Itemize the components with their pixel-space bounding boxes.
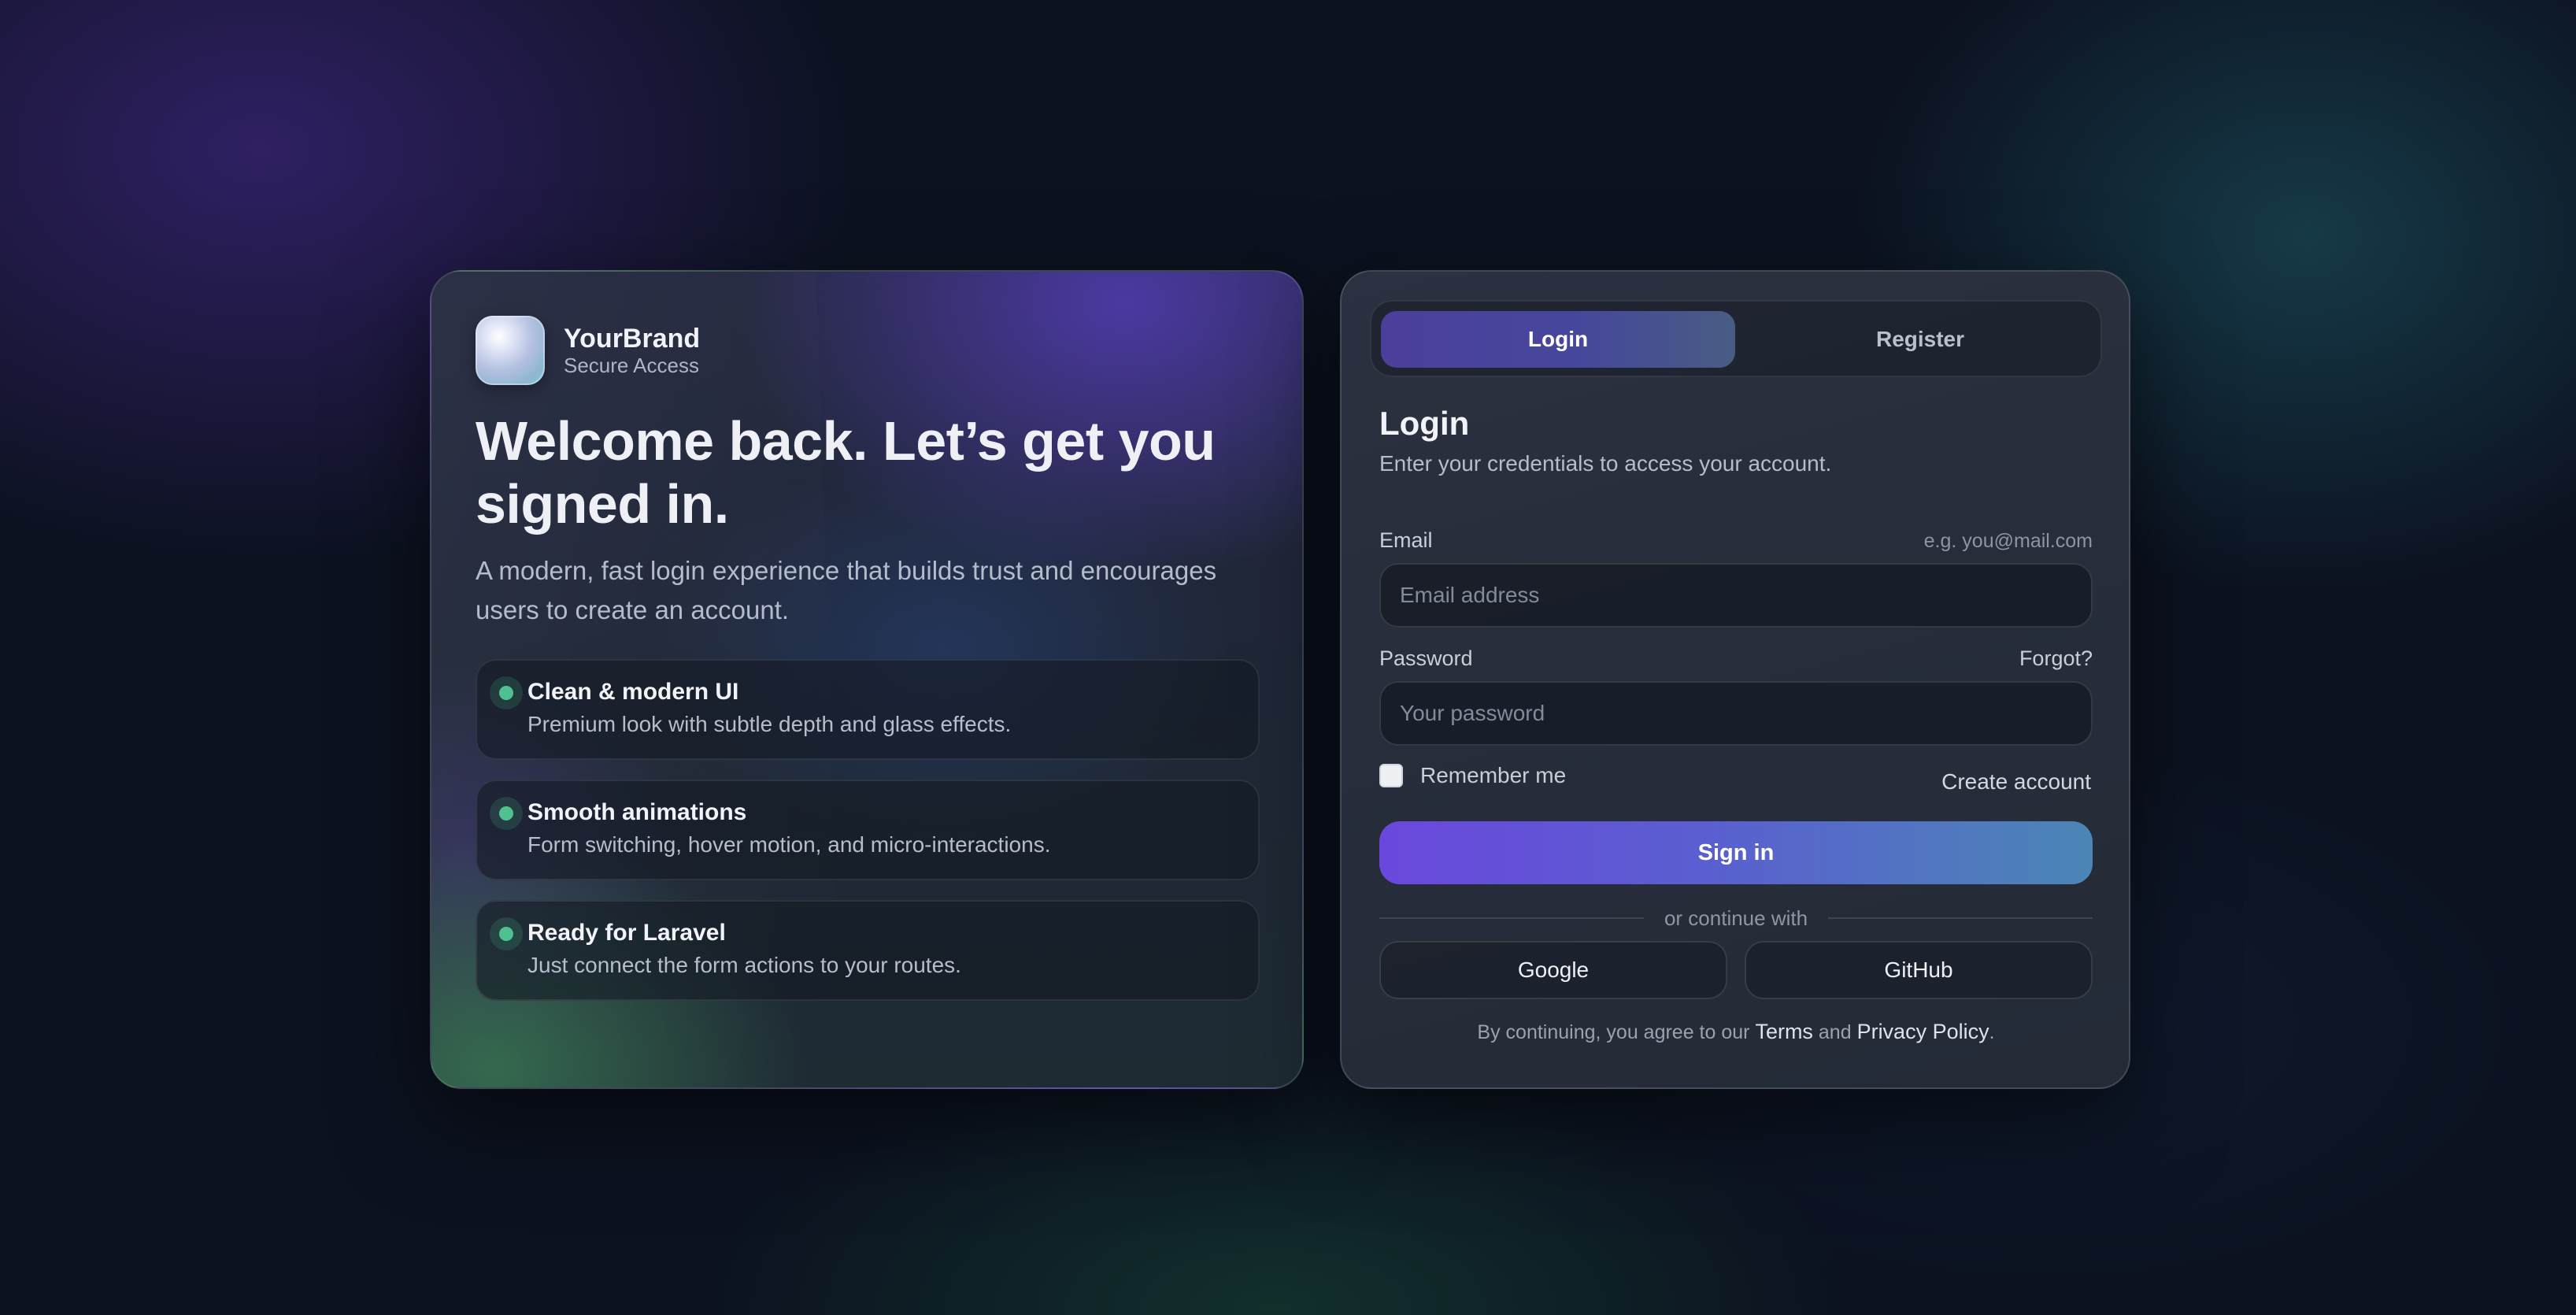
password-field[interactable] <box>1379 681 2093 746</box>
form-subtitle: Enter your credentials to access your ac… <box>1379 451 1832 476</box>
feature-description: Form switching, hover motion, and micro-… <box>527 832 1051 857</box>
form-title: Login <box>1379 405 1470 442</box>
tab-register[interactable]: Register <box>1743 311 2097 368</box>
forgot-password-link[interactable]: Forgot? <box>2019 646 2093 671</box>
status-dot-icon <box>490 917 523 950</box>
status-dot-icon <box>490 676 523 709</box>
brand-logo-icon <box>476 316 545 385</box>
hero-card: YourBrand Secure Access Welcome back. Le… <box>430 270 1304 1089</box>
social-divider: or continue with <box>1379 906 2093 930</box>
divider-line <box>1828 917 2093 919</box>
remember-me-checkbox[interactable] <box>1379 764 1403 787</box>
privacy-policy-link[interactable]: Privacy Policy <box>1857 1020 1989 1043</box>
brand-name: YourBrand <box>564 324 701 354</box>
feature-description: Just connect the form actions to your ro… <box>527 953 961 977</box>
email-label-row: Email e.g. you@mail.com <box>1379 528 2093 553</box>
divider-label: or continue with <box>1664 906 1808 930</box>
feature-description: Premium look with subtle depth and glass… <box>527 712 1012 736</box>
legal-suffix: . <box>1989 1021 1995 1043</box>
feature-title: Clean & modern UI <box>527 679 739 705</box>
hero-description: A modern, fast login experience that bui… <box>476 556 1217 624</box>
legal-notice: By continuing, you agree to our Terms an… <box>1379 1018 2093 1046</box>
password-label-row: Password Forgot? <box>1379 646 2093 671</box>
email-field[interactable] <box>1379 563 2093 628</box>
google-login-button[interactable]: Google <box>1379 941 1727 999</box>
feature-title: Smooth animations <box>527 799 747 825</box>
legal-prefix: By continuing, you agree to our <box>1477 1021 1750 1043</box>
create-account-link[interactable]: Create account <box>1941 769 2091 795</box>
remember-me-row: Remember me <box>1379 763 1566 788</box>
terms-link[interactable]: Terms <box>1755 1020 1813 1043</box>
password-label: Password <box>1379 646 1473 670</box>
sign-in-button[interactable]: Sign in <box>1379 821 2093 884</box>
hero-title: Welcome back. Let’s get you signed in. <box>476 410 1216 535</box>
feature-title: Ready for Laravel <box>527 920 726 946</box>
auth-tab-switcher: Login Register <box>1370 300 2102 377</box>
divider-line <box>1379 917 1644 919</box>
status-dot-icon <box>490 797 523 830</box>
legal-and: and <box>1818 1021 1852 1043</box>
tab-login[interactable]: Login <box>1381 311 1735 368</box>
auth-card: Login Register Login Enter your credenti… <box>1340 270 2130 1089</box>
feature-item: Clean & modern UI Premium look with subt… <box>476 659 1260 760</box>
remember-me-label[interactable]: Remember me <box>1420 763 1566 788</box>
brand-text: YourBrand Secure Access <box>564 324 700 377</box>
brand-header: YourBrand Secure Access <box>476 316 700 385</box>
feature-list: Clean & modern UI Premium look with subt… <box>476 659 1260 1021</box>
email-label: Email <box>1379 528 1433 552</box>
github-login-button[interactable]: GitHub <box>1745 941 2093 999</box>
feature-item: Ready for Laravel Just connect the form … <box>476 900 1260 1001</box>
feature-item: Smooth animations Form switching, hover … <box>476 780 1260 880</box>
brand-tagline: Secure Access <box>564 354 699 377</box>
email-hint: e.g. you@mail.com <box>1923 530 2093 552</box>
